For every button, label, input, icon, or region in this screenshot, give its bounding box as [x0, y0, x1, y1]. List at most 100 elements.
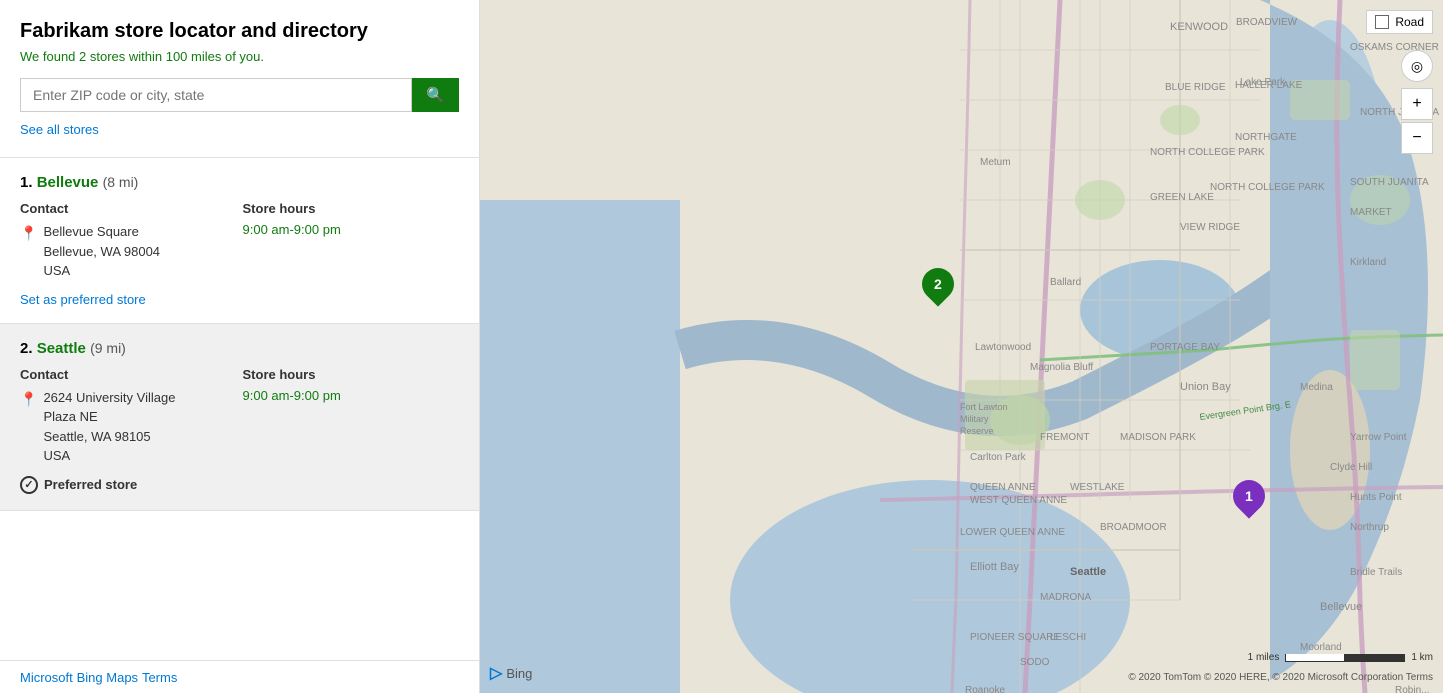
svg-text:BROADMOOR: BROADMOOR — [1100, 522, 1167, 533]
store-1-addr2: Bellevue, WA 98004 — [43, 242, 160, 262]
store-2-address: 📍 2624 University Village Plaza NE Seatt… — [20, 388, 237, 466]
store-2-distance: (9 mi) — [90, 340, 126, 356]
svg-text:Bridle Trails: Bridle Trails — [1350, 567, 1402, 578]
store-2-addr1: 2624 University Village — [43, 388, 175, 408]
store-1-contact-label: Contact — [20, 201, 237, 216]
svg-text:SOUTH JUANITA: SOUTH JUANITA — [1350, 177, 1429, 188]
location-icon-2: 📍 — [20, 389, 37, 410]
bing-label: Bing — [506, 666, 532, 681]
map-attribution: © 2020 TomTom © 2020 HERE, © 2020 Micros… — [1128, 672, 1433, 683]
pin-bellevue-circle: 1 — [1226, 473, 1271, 518]
store-1-address-text: Bellevue Square Bellevue, WA 98004 USA — [43, 222, 160, 281]
svg-text:Fort Lawton: Fort Lawton — [960, 402, 1008, 412]
zoom-in-icon: + — [1412, 95, 1421, 113]
see-all-stores-link[interactable]: See all stores — [20, 122, 459, 137]
bing-maps-link[interactable]: Bing Maps — [77, 670, 138, 685]
svg-text:Elliott Bay: Elliott Bay — [970, 561, 1019, 573]
map-container[interactable]: KENWOOD Lake Park OSKAMS CORNER NORTH JU… — [480, 0, 1443, 693]
svg-text:WEST QUEEN ANNE: WEST QUEEN ANNE — [970, 495, 1067, 506]
search-button[interactable]: 🔍 — [412, 78, 459, 112]
map-zoom-controls: ◎ + − — [1401, 50, 1433, 154]
svg-text:Ballard: Ballard — [1050, 277, 1081, 288]
svg-text:NORTH COLLEGE PARK: NORTH COLLEGE PARK — [1150, 147, 1265, 158]
svg-text:Kirkland: Kirkland — [1350, 257, 1386, 268]
store-1-distance: (8 mi) — [103, 174, 139, 190]
zoom-in-button[interactable]: + — [1401, 88, 1433, 120]
zoom-out-icon: − — [1412, 129, 1421, 147]
map-pin-seattle[interactable]: 2 — [922, 268, 954, 300]
svg-text:HALLER LAKE: HALLER LAKE — [1235, 80, 1303, 91]
road-view-button[interactable]: Road — [1366, 10, 1433, 34]
store-2-name: Seattle — [37, 340, 86, 357]
microsoft-link[interactable]: Microsoft — [20, 670, 73, 685]
store-2-address-text: 2624 University Village Plaza NE Seattle… — [43, 388, 175, 466]
store-1-addr1: Bellevue Square — [43, 222, 160, 242]
bing-b-icon: ▷ — [490, 663, 502, 683]
svg-text:LESCHI: LESCHI — [1050, 632, 1086, 643]
store-1-hours-label: Store hours — [243, 201, 460, 216]
store-1-hours: 9:00 am-9:00 pm — [243, 222, 460, 237]
store-2-details: Contact 📍 2624 University Village Plaza … — [20, 367, 459, 466]
svg-text:NORTHGATE: NORTHGATE — [1235, 132, 1297, 143]
zoom-out-button[interactable]: − — [1401, 122, 1433, 154]
bing-logo: ▷ Bing — [490, 663, 532, 683]
svg-text:MADRONA: MADRONA — [1040, 592, 1091, 603]
compass-icon: ◎ — [1411, 58, 1423, 75]
svg-text:Military: Military — [960, 414, 989, 424]
scale-km-label: 1 km — [1411, 652, 1433, 663]
store-1-addr3: USA — [43, 261, 160, 281]
store-card-bellevue: 1. Bellevue (8 mi) Contact 📍 Bellevue Sq… — [0, 158, 479, 324]
map-pin-bellevue[interactable]: 1 — [1233, 480, 1265, 512]
svg-text:Hunts Point: Hunts Point — [1350, 492, 1402, 503]
svg-text:Reserve: Reserve — [960, 426, 994, 436]
store-2-hours-section: Store hours 9:00 am-9:00 pm — [243, 367, 460, 466]
svg-text:VIEW RIDGE: VIEW RIDGE — [1180, 222, 1240, 233]
store-1-details: Contact 📍 Bellevue Square Bellevue, WA 9… — [20, 201, 459, 281]
sidebar-footer: Microsoft Bing Maps Terms — [0, 660, 479, 693]
scale-bar: 1 miles 1 km — [1248, 652, 1433, 663]
svg-text:Metum: Metum — [980, 157, 1011, 168]
store-1-address: 📍 Bellevue Square Bellevue, WA 98004 USA — [20, 222, 237, 281]
svg-text:QUEEN ANNE: QUEEN ANNE — [970, 482, 1036, 493]
map-svg: KENWOOD Lake Park OSKAMS CORNER NORTH JU… — [480, 0, 1443, 693]
store-1-name: Bellevue — [37, 174, 99, 191]
sidebar: Fabrikam store locator and directory We … — [0, 0, 480, 693]
svg-text:NORTH COLLEGE PARK: NORTH COLLEGE PARK — [1210, 182, 1325, 193]
svg-text:SODO: SODO — [1020, 657, 1050, 668]
svg-text:BROADVIEW: BROADVIEW — [1236, 17, 1298, 28]
store-1-contact-section: Contact 📍 Bellevue Square Bellevue, WA 9… — [20, 201, 237, 281]
check-circle-icon: ✓ — [20, 476, 38, 494]
svg-text:Magnolia Bluff: Magnolia Bluff — [1030, 362, 1093, 373]
svg-text:Yarrow Point: Yarrow Point — [1350, 432, 1407, 443]
store-2-hours-label: Store hours — [243, 367, 460, 382]
svg-text:Lawtonwood: Lawtonwood — [975, 342, 1031, 353]
search-row: 🔍 — [20, 78, 459, 112]
store-1-number: 1. — [20, 174, 33, 191]
svg-text:Robin...: Robin... — [1395, 685, 1429, 693]
pin-seattle-number: 2 — [934, 276, 942, 292]
svg-text:Seattle: Seattle — [1070, 566, 1106, 578]
svg-text:Clyde Hill: Clyde Hill — [1330, 462, 1372, 473]
store-2-addr2: Plaza NE — [43, 407, 175, 427]
store-2-addr3: Seattle, WA 98105 — [43, 427, 175, 447]
svg-text:Medina: Medina — [1300, 382, 1333, 393]
svg-text:MADISON PARK: MADISON PARK — [1120, 432, 1196, 443]
scale-line-white — [1285, 654, 1345, 662]
search-input[interactable] — [20, 78, 412, 112]
store-2-heading: 2. Seattle (9 mi) — [20, 340, 459, 357]
svg-text:Northrup: Northrup — [1350, 522, 1389, 533]
preferred-label: Preferred store — [44, 477, 137, 492]
location-icon-1: 📍 — [20, 223, 37, 244]
store-1-heading: 1. Bellevue (8 mi) — [20, 174, 459, 191]
svg-text:PORTAGE BAY: PORTAGE BAY — [1150, 342, 1220, 353]
sidebar-header: Fabrikam store locator and directory We … — [0, 0, 479, 157]
store-card-seattle: 2. Seattle (9 mi) Contact 📍 2624 Univers… — [0, 324, 479, 511]
terms-link[interactable]: Terms — [142, 670, 177, 685]
scale-bars — [1285, 654, 1405, 662]
store-1-set-preferred-link[interactable]: Set as preferred store — [20, 292, 146, 307]
map-compass-button[interactable]: ◎ — [1401, 50, 1433, 82]
scale-lines — [1285, 654, 1405, 662]
svg-text:BLUE RIDGE: BLUE RIDGE — [1165, 82, 1226, 93]
scale-line-black — [1345, 654, 1405, 662]
pin-seattle-circle: 2 — [915, 261, 960, 306]
